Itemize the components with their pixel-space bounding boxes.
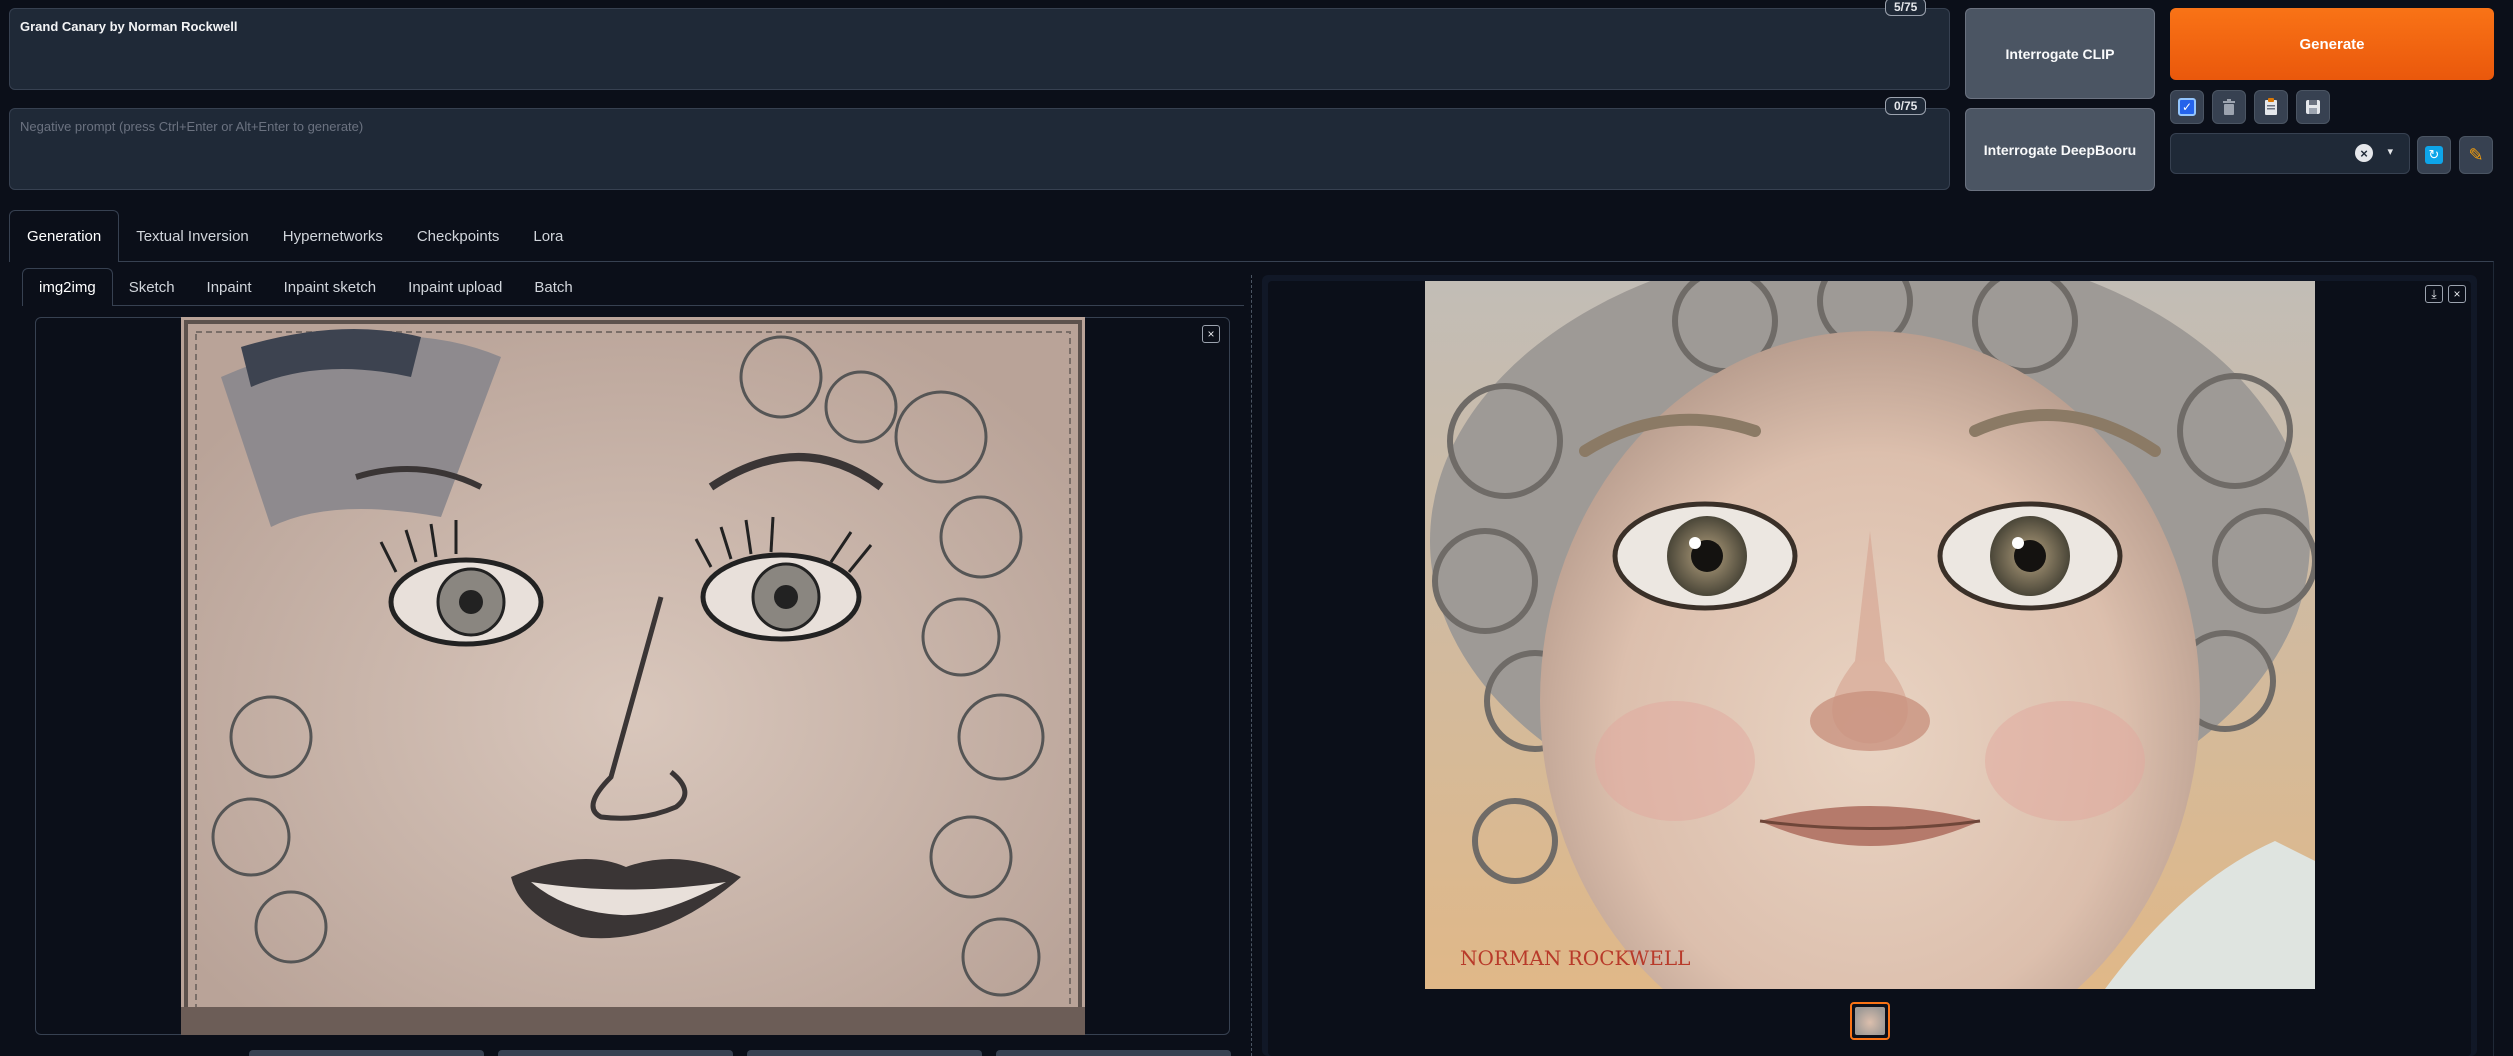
apply-style-button[interactable]: ↻ (2417, 136, 2451, 174)
img2img-mode-tab-bar: img2img Sketch Inpaint Inpaint sketch In… (22, 268, 589, 306)
tab-inpaint-sketch[interactable]: Inpaint sketch (268, 268, 393, 306)
negative-prompt-input[interactable]: Negative prompt (press Ctrl+Enter or Alt… (9, 108, 1950, 190)
checkbox-icon: ✓ (2178, 98, 2196, 116)
main-tab-bar: Generation Textual Inversion Hypernetwor… (9, 209, 580, 262)
bottom-button-1[interactable] (249, 1050, 484, 1056)
negative-token-counter: 0/75 (1885, 97, 1927, 115)
clipboard-icon-button[interactable] (2254, 90, 2288, 124)
clipboard-icon (2265, 98, 2277, 115)
clear-selection-icon[interactable]: × (2355, 144, 2373, 162)
refresh-icon: ↻ (2425, 146, 2443, 164)
input-close-icon[interactable]: × (1202, 325, 1220, 343)
gallery-thumbnail[interactable] (1850, 1002, 1890, 1040)
positive-token-counter: 5/75 (1885, 0, 1927, 16)
input-image (181, 317, 1085, 1035)
negative-prompt-placeholder: Negative prompt (press Ctrl+Enter or Alt… (20, 119, 364, 134)
tab-generation[interactable]: Generation (9, 210, 120, 262)
checkbox-icon-button[interactable]: ✓ (2170, 90, 2204, 124)
positive-prompt-text: Grand Canary by Norman Rockwell (20, 19, 238, 34)
generate-button[interactable]: Generate (2170, 8, 2494, 80)
tab-textual-inversion[interactable]: Textual Inversion (119, 210, 266, 262)
tab-inpaint[interactable]: Inpaint (191, 268, 268, 306)
tab-inpaint-upload[interactable]: Inpaint upload (392, 268, 518, 306)
output-image[interactable]: NORMAN ROCKWELL (1425, 281, 2315, 989)
bottom-button-3[interactable] (747, 1050, 982, 1056)
tab-sketch[interactable]: Sketch (113, 268, 191, 306)
chevron-down-icon[interactable]: ▾ (2387, 145, 2393, 158)
save-icon (2306, 100, 2320, 114)
output-close-icon[interactable]: × (2448, 285, 2466, 303)
pencil-icon: ✎ (2468, 144, 2484, 165)
save-icon-button[interactable] (2296, 90, 2330, 124)
download-icon[interactable]: ⤓ (2425, 285, 2443, 303)
tab-hypernetworks[interactable]: Hypernetworks (266, 210, 400, 262)
thumbnail-image (1855, 1007, 1885, 1035)
interrogate-deepbooru-button[interactable]: Interrogate DeepBooru (1965, 108, 2155, 191)
style-select[interactable]: × ▾ (2170, 133, 2410, 174)
trash-icon-button[interactable] (2212, 90, 2246, 124)
tab-img2img[interactable]: img2img (22, 268, 113, 306)
trash-icon (2223, 99, 2235, 115)
bottom-button-2[interactable] (498, 1050, 733, 1056)
interrogate-clip-button[interactable]: Interrogate CLIP (1965, 8, 2155, 99)
output-signature: NORMAN ROCKWELL (1460, 946, 1690, 970)
edit-style-button[interactable]: ✎ (2459, 136, 2493, 174)
tab-checkpoints[interactable]: Checkpoints (400, 210, 517, 262)
tab-lora[interactable]: Lora (516, 210, 580, 262)
positive-prompt-input[interactable]: Grand Canary by Norman Rockwell (9, 8, 1950, 90)
bottom-button-4[interactable] (996, 1050, 1231, 1056)
tab-batch[interactable]: Batch (518, 268, 588, 306)
column-divider (1251, 275, 1252, 1056)
